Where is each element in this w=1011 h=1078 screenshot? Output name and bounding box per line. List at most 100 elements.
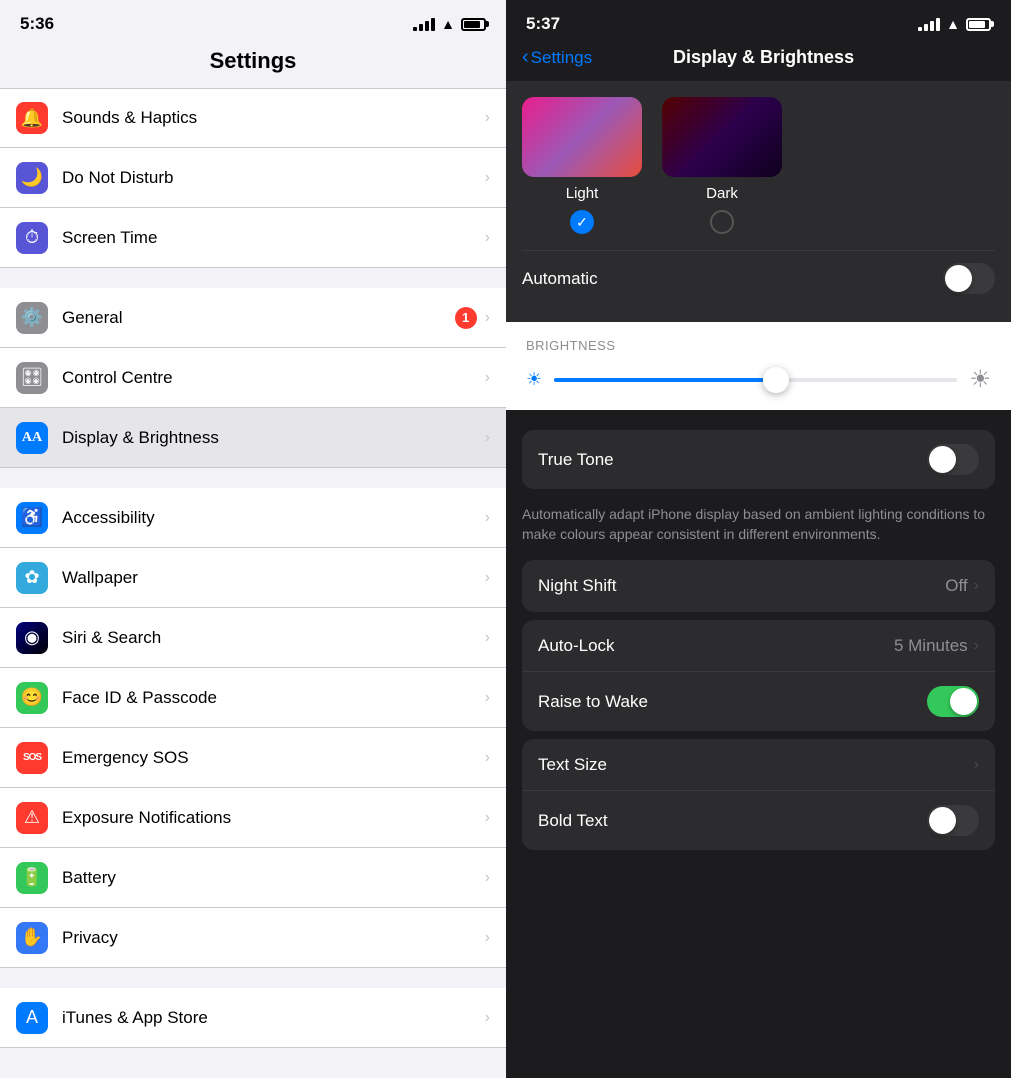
brightness-slider-row: ☀ ☀ <box>526 365 991 394</box>
itunes-icon: A <box>16 1002 48 1034</box>
detail-section: True Tone Automatically adapt iPhone dis… <box>506 430 1011 858</box>
settings-item-sounds[interactable]: 🔔 Sounds & Haptics › <box>0 88 506 148</box>
true-tone-description: Automatically adapt iPhone display based… <box>506 497 1011 560</box>
dnd-chevron: › <box>485 169 490 187</box>
settings-item-general[interactable]: ⚙️ General 1 › <box>0 288 506 348</box>
general-badge: 1 <box>455 307 477 329</box>
right-battery-icon <box>966 18 991 31</box>
right-nav-bar: ‹ Settings Display & Brightness <box>506 42 1011 81</box>
automatic-toggle[interactable] <box>943 263 995 294</box>
controlcentre-label: Control Centre <box>62 368 485 388</box>
battery-settings-icon: 🔋 <box>16 862 48 894</box>
settings-item-itunes[interactable]: A iTunes & App Store › <box>0 988 506 1048</box>
settings-item-exposure[interactable]: ⚠ Exposure Notifications › <box>0 788 506 848</box>
raise-to-wake-label: Raise to Wake <box>538 692 927 712</box>
right-wifi-icon: ▲ <box>946 16 960 32</box>
night-shift-label: Night Shift <box>538 576 945 596</box>
privacy-label: Privacy <box>62 928 485 948</box>
auto-lock-row[interactable]: Auto-Lock 5 Minutes › <box>522 620 995 672</box>
true-tone-thumb <box>929 446 956 473</box>
night-shift-group: Night Shift Off › <box>522 560 995 612</box>
battery-icon <box>461 18 486 31</box>
right-time: 5:37 <box>526 14 560 34</box>
sun-large-icon: ☀ <box>969 365 991 394</box>
siri-icon: ◉ <box>16 622 48 654</box>
raise-to-wake-toggle[interactable] <box>927 686 979 717</box>
true-tone-row: True Tone <box>522 430 995 489</box>
left-panel: 5:36 ▲ Settings 🔔 Sounds & Haptics › 🌙 D… <box>0 0 506 1078</box>
settings-item-controlcentre[interactable]: 🎛 Control Centre › <box>0 348 506 408</box>
settings-list: 🔔 Sounds & Haptics › 🌙 Do Not Disturb › … <box>0 88 506 1078</box>
faceid-label: Face ID & Passcode <box>62 688 485 708</box>
right-panel: 5:37 ▲ ‹ Settings Display & Brightness <box>506 0 1011 1078</box>
back-button[interactable]: ‹ Settings <box>522 46 592 69</box>
privacy-chevron: › <box>485 929 490 947</box>
settings-item-privacy[interactable]: ✋ Privacy › <box>0 908 506 968</box>
appearance-options: Light ✓ Dark <box>522 97 782 234</box>
automatic-row: Automatic <box>522 250 995 306</box>
dark-preview <box>662 97 782 177</box>
text-group: Text Size › Bold Text <box>522 739 995 850</box>
text-size-row[interactable]: Text Size › <box>522 739 995 791</box>
settings-item-siri[interactable]: ◉ Siri & Search › <box>0 608 506 668</box>
automatic-toggle-thumb <box>945 265 972 292</box>
wallpaper-label: Wallpaper <box>62 568 485 588</box>
sounds-label: Sounds & Haptics <box>62 108 485 128</box>
settings-item-display[interactable]: AA Display & Brightness › <box>0 408 506 468</box>
bold-text-label: Bold Text <box>538 811 927 831</box>
light-radio[interactable]: ✓ <box>570 210 594 234</box>
light-preview <box>522 97 642 177</box>
sounds-chevron: › <box>485 109 490 127</box>
sun-small-icon: ☀ <box>526 369 542 390</box>
screentime-chevron: › <box>485 229 490 247</box>
battery-label: Battery <box>62 868 485 888</box>
brightness-slider[interactable] <box>554 378 957 382</box>
settings-item-battery[interactable]: 🔋 Battery › <box>0 848 506 908</box>
accessibility-icon: ♿ <box>16 502 48 534</box>
section-gap-3 <box>0 968 506 988</box>
settings-item-accessibility[interactable]: ♿ Accessibility › <box>0 488 506 548</box>
settings-item-emergencysos[interactable]: SOS Emergency SOS › <box>0 728 506 788</box>
sos-chevron: › <box>485 749 490 767</box>
automatic-label: Automatic <box>522 269 943 289</box>
light-label: Light <box>566 185 599 202</box>
right-signal-icon <box>918 18 940 31</box>
night-shift-row[interactable]: Night Shift Off › <box>522 560 995 612</box>
exposure-icon: ⚠ <box>16 802 48 834</box>
brightness-section-label: BRIGHTNESS <box>526 338 991 353</box>
accessibility-label: Accessibility <box>62 508 485 528</box>
appearance-dark-option[interactable]: Dark <box>662 97 782 234</box>
dark-radio[interactable] <box>710 210 734 234</box>
appearance-light-option[interactable]: Light ✓ <box>522 97 642 234</box>
spacer-1 <box>506 410 1011 430</box>
accessibility-chevron: › <box>485 509 490 527</box>
exposure-label: Exposure Notifications <box>62 808 485 828</box>
settings-item-screentime[interactable]: ⏱ Screen Time › <box>0 208 506 268</box>
back-chevron-icon: ‹ <box>522 46 529 69</box>
true-tone-label: True Tone <box>538 450 927 470</box>
general-chevron: › <box>485 309 490 327</box>
auto-lock-label: Auto-Lock <box>538 636 894 656</box>
siri-chevron: › <box>485 629 490 647</box>
true-tone-group: True Tone <box>522 430 995 489</box>
settings-item-faceid[interactable]: 😊 Face ID & Passcode › <box>0 668 506 728</box>
bold-text-thumb <box>929 807 956 834</box>
true-tone-toggle[interactable] <box>927 444 979 475</box>
left-status-icons: ▲ <box>413 16 486 32</box>
text-size-label: Text Size <box>538 755 974 775</box>
sos-label: Emergency SOS <box>62 748 485 768</box>
bold-text-toggle[interactable] <box>927 805 979 836</box>
raise-to-wake-thumb <box>950 688 977 715</box>
general-icon: ⚙️ <box>16 302 48 334</box>
left-page-title: Settings <box>0 42 506 88</box>
settings-item-wallpaper[interactable]: ✿ Wallpaper › <box>0 548 506 608</box>
exposure-chevron: › <box>485 809 490 827</box>
auto-lock-chevron: › <box>974 637 979 655</box>
dnd-icon: 🌙 <box>16 162 48 194</box>
right-page-title: Display & Brightness <box>592 47 935 68</box>
night-shift-value: Off <box>945 576 967 596</box>
settings-item-dnd[interactable]: 🌙 Do Not Disturb › <box>0 148 506 208</box>
lock-group: Auto-Lock 5 Minutes › Raise to Wake <box>522 620 995 731</box>
display-chevron: › <box>485 429 490 447</box>
dnd-label: Do Not Disturb <box>62 168 485 188</box>
